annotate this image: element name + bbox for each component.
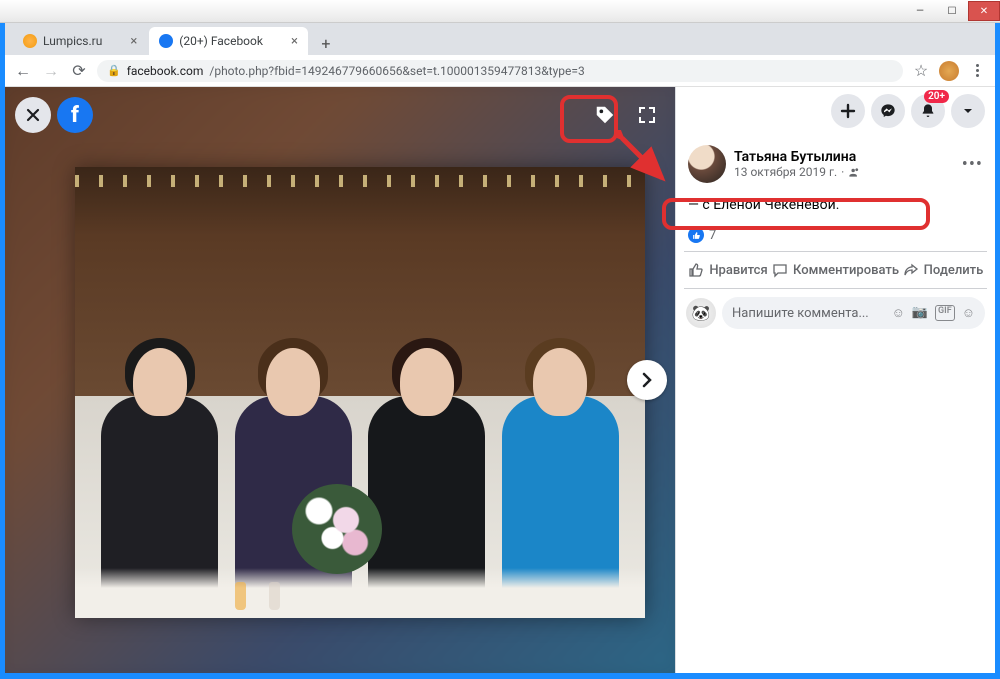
favicon-icon xyxy=(159,34,173,48)
next-photo-button[interactable] xyxy=(627,360,667,400)
like-button[interactable]: Нравится xyxy=(684,252,772,288)
forward-button[interactable]: → xyxy=(41,61,61,81)
window-minimize-button[interactable]: — xyxy=(904,1,936,21)
browser-menu-button[interactable] xyxy=(967,61,987,81)
thumbs-up-icon xyxy=(688,262,704,278)
tag-photo-button[interactable] xyxy=(587,97,623,133)
close-photo-button[interactable] xyxy=(15,97,51,133)
favicon-icon xyxy=(23,34,37,48)
messenger-button[interactable] xyxy=(871,94,905,128)
url-domain: facebook.com xyxy=(127,64,204,78)
emoji-icon[interactable]: ☺ xyxy=(892,305,905,321)
tag-icon xyxy=(594,104,616,126)
my-avatar[interactable]: 🐼 xyxy=(686,298,716,328)
tab-lumpics[interactable]: Lumpics.ru × xyxy=(13,27,147,55)
tab-title: Lumpics.ru xyxy=(43,34,102,48)
friends-privacy-icon xyxy=(848,167,859,178)
notifications-button[interactable]: 20+ xyxy=(911,94,945,128)
create-button[interactable] xyxy=(831,94,865,128)
photo-image[interactable] xyxy=(75,167,645,618)
plus-icon xyxy=(840,103,856,119)
bookmark-star-icon[interactable]: ☆ xyxy=(911,61,931,81)
window-close-button[interactable]: ✕ xyxy=(968,1,1000,21)
tagged-with-text[interactable]: — с Еленой Чекеневой. xyxy=(676,193,995,223)
author-name-link[interactable]: Татьяна Бутылина xyxy=(734,149,954,165)
comment-input[interactable]: Напишите коммента... ☺ 📷 GIF ☺ xyxy=(722,297,985,329)
comment-composer: 🐼 Напишите коммента... ☺ 📷 GIF ☺ xyxy=(676,289,995,337)
reactions-bar[interactable]: 7 xyxy=(676,223,995,251)
camera-icon[interactable]: 📷 xyxy=(912,305,928,321)
like-reaction-icon xyxy=(688,227,704,243)
window-maximize-button[interactable]: ☐ xyxy=(936,1,968,21)
url-path: /photo.php?fbid=149246779660656&set=t.10… xyxy=(209,64,584,78)
fullscreen-icon xyxy=(638,106,656,124)
dot-separator: · xyxy=(841,165,844,179)
bell-icon xyxy=(920,103,936,119)
close-icon xyxy=(25,107,41,123)
fullscreen-button[interactable] xyxy=(629,97,665,133)
facebook-logo-button[interactable]: f xyxy=(57,97,93,133)
chevron-right-icon xyxy=(638,371,656,389)
browser-window: Lumpics.ru × (20+) Facebook × + ← → ⟳ 🔒 … xyxy=(5,23,995,673)
post-header: Татьяна Бутылина 13 октября 2019 г. · ••… xyxy=(676,135,995,193)
back-button[interactable]: ← xyxy=(13,61,33,81)
photo-sidebar: 20+ Татьяна Бутылина 13 октября 2019 г. … xyxy=(675,87,995,673)
tab-close-icon[interactable]: × xyxy=(130,34,137,49)
page-content: f xyxy=(5,87,995,673)
new-tab-button[interactable]: + xyxy=(314,31,338,55)
account-menu-button[interactable] xyxy=(951,94,985,128)
comment-button[interactable]: Комментировать xyxy=(772,252,899,288)
profile-avatar-icon[interactable] xyxy=(939,61,959,81)
tab-close-icon[interactable]: × xyxy=(291,34,298,49)
tab-bar: Lumpics.ru × (20+) Facebook × + xyxy=(5,23,995,55)
reload-button[interactable]: ⟳ xyxy=(69,61,89,81)
tab-title: (20+) Facebook xyxy=(179,34,263,48)
comment-icon xyxy=(772,262,788,278)
share-button[interactable]: Поделить xyxy=(899,252,987,288)
address-bar: ← → ⟳ 🔒 facebook.com/photo.php?fbid=1492… xyxy=(5,55,995,87)
notification-badge: 20+ xyxy=(924,90,949,103)
url-input[interactable]: 🔒 facebook.com/photo.php?fbid=1492467796… xyxy=(97,60,903,82)
like-count: 7 xyxy=(709,228,716,243)
author-avatar[interactable] xyxy=(688,145,726,183)
tab-facebook[interactable]: (20+) Facebook × xyxy=(149,27,308,55)
post-menu-button[interactable]: ••• xyxy=(962,154,983,175)
facebook-header: 20+ xyxy=(676,87,995,135)
window-titlebar: — ☐ ✕ xyxy=(0,0,1000,23)
sticker-icon[interactable]: ☺ xyxy=(962,305,975,321)
lock-icon: 🔒 xyxy=(107,64,121,77)
photo-viewer: f xyxy=(5,87,675,673)
gif-icon[interactable]: GIF xyxy=(935,305,955,321)
caret-down-icon xyxy=(962,105,974,117)
post-date[interactable]: 13 октября 2019 г. · xyxy=(734,165,954,179)
messenger-icon xyxy=(880,103,896,119)
share-icon xyxy=(903,262,919,278)
post-actions: Нравится Комментировать Поделить xyxy=(684,251,987,289)
comment-placeholder: Напишите коммента... xyxy=(732,306,869,321)
